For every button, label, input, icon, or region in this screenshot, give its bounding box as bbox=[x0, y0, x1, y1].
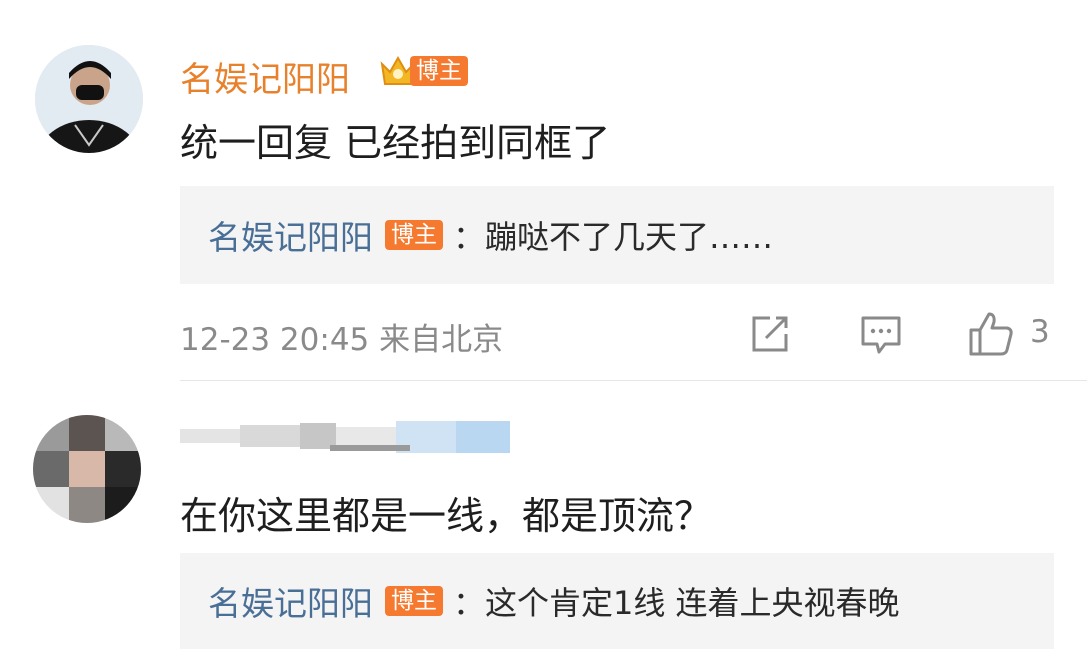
comment-icon bbox=[861, 316, 901, 354]
blogger-badge: 博主 bbox=[385, 586, 443, 616]
reply-username[interactable]: 名娱记阳阳 bbox=[208, 211, 373, 259]
avatar-image-blurred bbox=[33, 415, 141, 523]
crown-badge: 博主 bbox=[378, 52, 468, 90]
share-button[interactable] bbox=[748, 312, 792, 356]
comment-item: 名娱记阳阳 博主 统一回复 已经拍到同框了 名娱记阳阳 博主 ：蹦哒不了几天了…… bbox=[0, 0, 1087, 380]
comment-button[interactable] bbox=[859, 312, 903, 356]
like-count: 3 bbox=[1030, 314, 1050, 350]
username[interactable]: 名娱记阳阳 bbox=[180, 52, 350, 101]
comment-timestamp: 12-23 20:45 来自北京 bbox=[180, 322, 504, 358]
avatar[interactable] bbox=[35, 45, 143, 153]
comment-text: 统一回复 已经拍到同框了 bbox=[180, 121, 611, 165]
reply-content: 名娱记阳阳 博主 ：这个肯定1线 连着上央视春晚 bbox=[208, 553, 900, 649]
reply-content: 名娱记阳阳 博主 ：蹦哒不了几天了…… bbox=[208, 186, 773, 284]
reply-box[interactable]: 名娱记阳阳 博主 ：蹦哒不了几天了…… bbox=[180, 186, 1054, 284]
username-redacted[interactable] bbox=[180, 419, 510, 453]
redaction-blur bbox=[180, 421, 510, 453]
avatar[interactable] bbox=[33, 415, 141, 523]
avatar-image bbox=[35, 45, 143, 153]
like-icon bbox=[969, 312, 1013, 356]
comment-text: 在你这里都是一线，都是顶流？ bbox=[180, 494, 713, 538]
like-button[interactable] bbox=[967, 310, 1017, 358]
reply-username[interactable]: 名娱记阳阳 bbox=[208, 577, 373, 625]
reply-text: ：蹦哒不了几天了…… bbox=[453, 218, 774, 256]
reply-box[interactable]: 名娱记阳阳 博主 ：这个肯定1线 连着上央视春晚 bbox=[180, 553, 1054, 649]
blogger-badge: 博主 bbox=[385, 220, 443, 250]
comment-item: 在你这里都是一线，都是顶流？ 名娱记阳阳 博主 ：这个肯定1线 连着上央视春晚 bbox=[0, 381, 1087, 649]
share-icon bbox=[752, 316, 788, 352]
reply-text: ：这个肯定1线 连着上央视春晚 bbox=[453, 584, 900, 622]
blogger-badge: 博主 bbox=[410, 56, 468, 86]
